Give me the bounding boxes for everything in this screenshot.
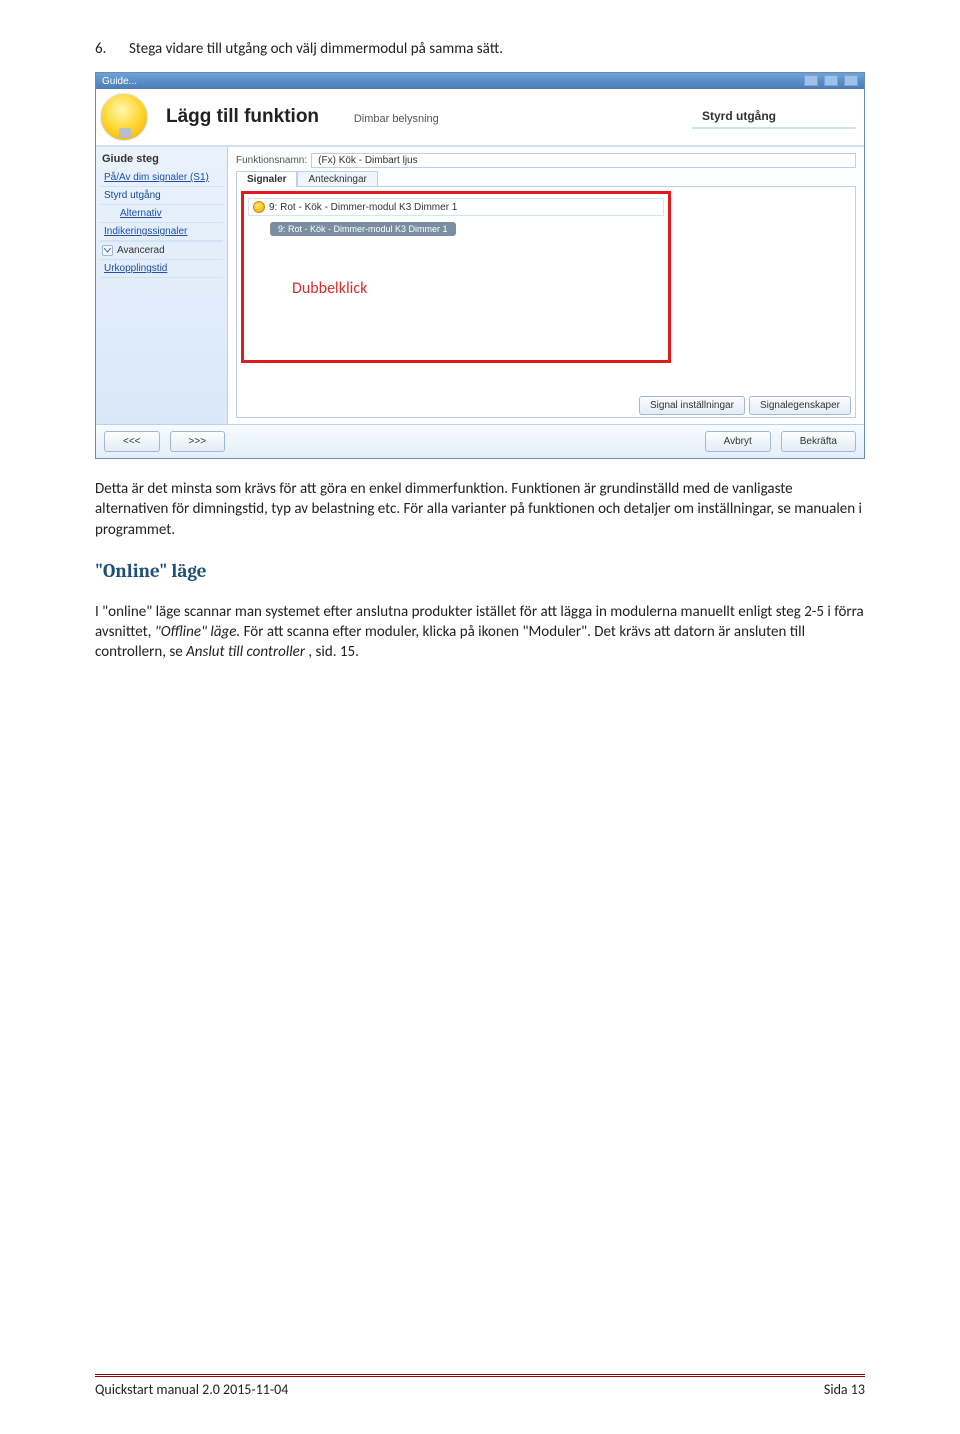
tab-signaler[interactable]: Signaler — [236, 171, 297, 187]
wizard-subtitle: Dimbar belysning — [354, 113, 439, 125]
tab-anteckningar[interactable]: Anteckningar — [297, 171, 377, 187]
function-name-input[interactable]: (Fx) Kök - Dimbart ljus — [311, 153, 856, 168]
paragraph-basic: Detta är det minsta som krävs för att gö… — [95, 479, 865, 540]
sidebar-step-urkoppling[interactable]: Urkopplingstid — [100, 260, 223, 278]
back-button[interactable]: <<< — [104, 431, 160, 452]
p2-offline-ref: "Offline" läge. — [155, 623, 240, 641]
function-name-row: Funktionsnamn: (Fx) Kök - Dimbart ljus — [236, 153, 856, 168]
wizard-title: Lägg till funktion — [166, 106, 319, 127]
forward-button[interactable]: >>> — [170, 431, 226, 452]
wizard-footer: <<< >>> Avbryt Bekräfta — [96, 424, 864, 458]
p2-end: , sid. 15. — [308, 643, 359, 661]
instruction-line: 6. Stega vidare till utgång och välj dim… — [95, 40, 865, 58]
annotation-dubbelklick: Dubbelklick — [292, 279, 367, 298]
sidebar-step-indication[interactable]: Indikeringssignaler — [100, 223, 223, 241]
p2-anslut-ref: Anslut till controller — [186, 643, 305, 661]
paragraph-online: I "online" läge scannar man systemet eft… — [95, 602, 865, 663]
signal-settings-button[interactable]: Signal inställningar — [639, 396, 745, 415]
embedded-screenshot: Guide... Lägg till funktion Dimbar belys… — [95, 72, 865, 459]
maximize-icon[interactable] — [824, 75, 838, 86]
page-footer: Quickstart manual 2.0 2015-11-04 Sida 13 — [95, 1374, 865, 1398]
wizard-header: Lägg till funktion Dimbar belysning Styr… — [96, 89, 864, 147]
step-indicator: Styrd utgång — [692, 105, 856, 129]
signal-item-text: 9: Rot - Kök - Dimmer-modul K3 Dimmer 1 — [269, 202, 457, 213]
instruction-number: 6. — [95, 40, 129, 58]
minimize-icon[interactable] — [804, 75, 818, 86]
wizard-sidebar: Giude steg På/Av dim signaler (S1) Styrd… — [96, 147, 228, 424]
chevron-down-icon — [102, 245, 113, 256]
signal-tag[interactable]: 9: Rot - Kök - Dimmer-modul K3 Dimmer 1 — [270, 222, 456, 236]
panel-buttons: Signal inställningar Signalegenskaper — [639, 396, 851, 415]
footer-right: Sida 13 — [824, 1381, 865, 1398]
signal-item[interactable]: 9: Rot - Kök - Dimmer-modul K3 Dimmer 1 — [248, 198, 664, 216]
step-name: Styrd utgång — [692, 105, 856, 129]
wizard-title-group: Lägg till funktion Dimbar belysning — [166, 106, 439, 128]
sidebar-step-alternativ[interactable]: Alternativ — [100, 205, 223, 223]
sidebar-step-output[interactable]: Styrd utgång — [100, 187, 223, 205]
footer-left: Quickstart manual 2.0 2015-11-04 — [95, 1381, 288, 1398]
lightbulb-icon — [100, 93, 148, 141]
instruction-text: Stega vidare till utgång och välj dimmer… — [129, 40, 503, 58]
sidebar-advanced-toggle[interactable]: Avancerad — [100, 241, 223, 260]
signal-tag-row: 9: Rot - Kök - Dimmer-modul K3 Dimmer 1 — [270, 222, 664, 236]
confirm-button[interactable]: Bekräfta — [781, 431, 856, 452]
cancel-button[interactable]: Avbryt — [705, 431, 771, 452]
function-name-label: Funktionsnamn: — [236, 155, 307, 166]
sidebar-advanced-label: Avancerad — [117, 245, 165, 256]
annotation-redbox: 9: Rot - Kök - Dimmer-modul K3 Dimmer 1 … — [241, 191, 671, 363]
window-title: Guide... — [102, 76, 137, 87]
close-icon[interactable] — [844, 75, 858, 86]
heading-online-mode: "Online" läge — [95, 560, 865, 582]
signal-properties-button[interactable]: Signalegenskaper — [749, 396, 851, 415]
dimmer-icon — [253, 201, 265, 213]
window-titlebar: Guide... — [96, 73, 864, 89]
window-controls — [801, 75, 858, 89]
guide-window: Guide... Lägg till funktion Dimbar belys… — [95, 72, 865, 459]
sidebar-heading: Giude steg — [100, 153, 223, 165]
tab-bar: Signaler Anteckningar — [236, 170, 856, 186]
sidebar-step-signals[interactable]: På/Av dim signaler (S1) — [100, 169, 223, 187]
signals-panel: 9: Rot - Kök - Dimmer-modul K3 Dimmer 1 … — [236, 186, 856, 418]
wizard-main: Funktionsnamn: (Fx) Kök - Dimbart ljus S… — [228, 147, 864, 424]
